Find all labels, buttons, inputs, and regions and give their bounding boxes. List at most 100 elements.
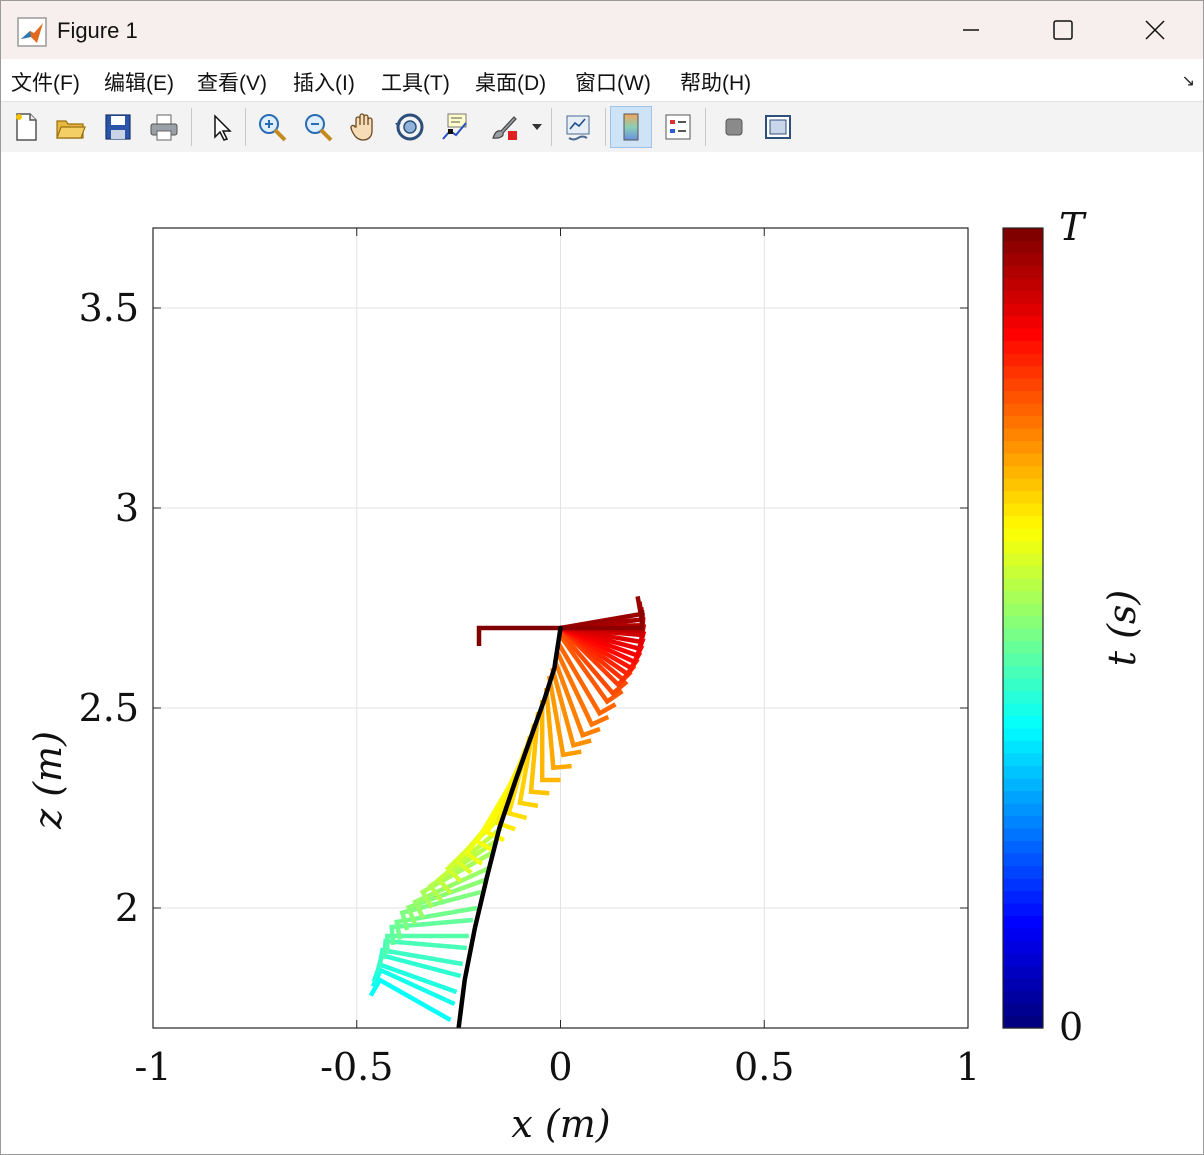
zoom-in-button[interactable] [251, 106, 293, 148]
maximize-button[interactable] [1017, 1, 1109, 59]
save-icon [105, 114, 131, 140]
legend-button[interactable] [657, 106, 699, 148]
show-plot-tools-button[interactable] [757, 106, 799, 148]
menu-bar: 文件(F) 编辑(E) 查看(V) 插入(I) 工具(T) 桌面(D) 窗口(W… [1, 59, 1203, 101]
colorbar-segment [1003, 240, 1043, 254]
colorbar-tick-top: T [1059, 205, 1087, 249]
menu-edit[interactable]: 编辑(E) [104, 67, 174, 97]
print-icon [150, 114, 178, 141]
menu-window[interactable]: 窗口(W) [575, 67, 651, 97]
colorbar-label: t (s) [1100, 590, 1144, 667]
colorbar-segment [1003, 740, 1043, 754]
menu-file[interactable]: 文件(F) [11, 67, 80, 97]
colorbar-segment [1003, 890, 1043, 904]
minimize-button[interactable] [925, 1, 1017, 59]
colorbar-segment [1003, 640, 1043, 654]
minimize-icon [963, 29, 979, 31]
colorbar-segment [1003, 440, 1043, 454]
hide-plot-tools-button[interactable] [713, 106, 755, 148]
title-bar[interactable]: Figure 1 [1, 1, 1203, 59]
colorbar-segment [1003, 503, 1043, 517]
save-button[interactable] [97, 106, 139, 148]
menu-desktop[interactable]: 桌面(D) [475, 67, 546, 97]
maximize-icon [1053, 20, 1073, 40]
colorbar-segment [1003, 940, 1043, 954]
pan-icon [350, 113, 373, 141]
colorbar-segment [1003, 753, 1043, 767]
plot-svg[interactable]: -1 -0.5 0 0.5 1 2 2.5 3 3.5 x (m) z (m) T 0 t (… [1, 152, 1203, 1154]
colorbar-segment [1003, 1003, 1043, 1017]
y-tick-labels: 2 2.5 3 3.5 [79, 286, 139, 930]
zoom-in-icon [259, 114, 287, 142]
colorbar-segment [1003, 265, 1043, 279]
colorbar-segment [1003, 303, 1043, 317]
colorbar[interactable] [1003, 228, 1043, 1029]
y-tick-label: 3.5 [79, 286, 139, 330]
colorbar-segment [1003, 415, 1043, 429]
colorbar-segment [1003, 790, 1043, 804]
link-plot-button[interactable] [557, 106, 599, 148]
menu-view[interactable]: 查看(V) [197, 67, 267, 97]
menu-insert[interactable]: 插入(I) [293, 67, 355, 97]
colorbar-segment [1003, 590, 1043, 604]
colorbar-segment [1003, 528, 1043, 542]
print-button[interactable] [143, 106, 185, 148]
colorbar-tick-bottom: 0 [1059, 1005, 1083, 1049]
colorbar-segment [1003, 828, 1043, 842]
colorbar-segment [1003, 990, 1043, 1004]
colorbar-segment [1003, 365, 1043, 379]
rotate-3d-button[interactable] [389, 106, 431, 148]
chevron-down-icon [532, 124, 542, 130]
colorbar-segment [1003, 703, 1043, 717]
zoom-out-icon [305, 114, 333, 142]
colorbar-segment [1003, 578, 1043, 592]
pan-button[interactable] [343, 106, 385, 148]
colorbar-segment [1003, 978, 1043, 992]
menu-tools[interactable]: 工具(T) [381, 67, 450, 97]
y-tick-label: 3 [115, 486, 139, 530]
data-cursor-button[interactable] [435, 106, 477, 148]
colorbar-segment [1003, 915, 1043, 929]
colorbar-segment [1003, 340, 1043, 354]
window-title: Figure 1 [57, 18, 138, 43]
colorbar-segment [1003, 628, 1043, 642]
close-button[interactable] [1109, 1, 1201, 59]
colorbar-segment [1003, 453, 1043, 467]
colorbar-segment [1003, 390, 1043, 404]
brush-button[interactable] [483, 106, 525, 148]
colorbar-segment [1003, 603, 1043, 617]
colorbar-segment [1003, 228, 1043, 242]
colorbar-button[interactable] [610, 106, 652, 148]
colorbar-icon [623, 113, 639, 141]
colorbar-segment [1003, 315, 1043, 329]
zoom-out-button[interactable] [297, 106, 339, 148]
x-tick-labels: -1 -0.5 0 0.5 1 [134, 1045, 980, 1089]
edit-plot-icon [214, 114, 232, 141]
colorbar-segment [1003, 328, 1043, 342]
body-snapshot [476, 625, 561, 646]
x-tick-label: -0.5 [320, 1045, 393, 1089]
colorbar-segment [1003, 353, 1043, 367]
close-icon [1145, 20, 1165, 40]
colorbar-segment [1003, 815, 1043, 829]
colorbar-segment [1003, 565, 1043, 579]
open-file-button[interactable] [49, 106, 91, 148]
colorbar-segment [1003, 765, 1043, 779]
colorbar-segment [1003, 865, 1043, 879]
menu-help[interactable]: 帮助(H) [680, 67, 751, 97]
toolbar-separator [605, 108, 606, 146]
colorbar-segment [1003, 540, 1043, 554]
colorbar-segment [1003, 928, 1043, 942]
brush-dropdown-button[interactable] [527, 106, 547, 148]
colorbar-segment [1003, 290, 1043, 304]
figure-canvas[interactable]: -1 -0.5 0 0.5 1 2 2.5 3 3.5 x (m) z (m) T 0 t (… [1, 152, 1203, 1154]
new-figure-button[interactable] [5, 106, 47, 148]
colorbar-segment [1003, 253, 1043, 267]
matlab-logo-icon [17, 17, 47, 47]
colorbar-segment [1003, 853, 1043, 867]
colorbar-segment [1003, 953, 1043, 967]
colorbar-segment [1003, 665, 1043, 679]
y-tick-label: 2.5 [79, 686, 139, 730]
dock-figure-icon[interactable]: ↘ [1182, 71, 1195, 90]
edit-plot-button[interactable] [199, 106, 241, 148]
